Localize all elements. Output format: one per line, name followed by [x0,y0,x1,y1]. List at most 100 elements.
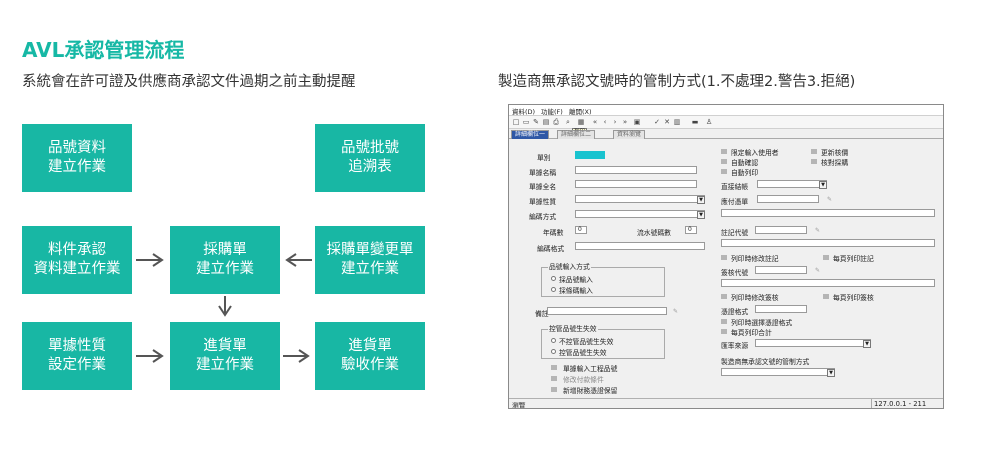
search-icon[interactable]: ⌕ [564,118,572,126]
menu-data[interactable]: 資料(D) [512,106,535,116]
chk2-label: 修改付款條件 [563,376,604,384]
chk3-box[interactable] [551,387,557,392]
input-opt1-label: 採品號輸入 [559,276,593,284]
rate-source-select[interactable] [755,339,871,347]
sign-desc-field[interactable] [721,279,935,287]
chk2-box[interactable] [551,376,557,381]
c5-box[interactable] [721,169,727,174]
c3-box[interactable] [721,159,727,164]
tab-detail-1[interactable]: 詳細欄位一 [511,130,550,139]
edit-icon[interactable]: ✎ [815,267,820,274]
ctrl-opt2-radio[interactable] [551,349,556,354]
code-format-field[interactable] [575,242,705,250]
code-method-label: 編碼方式 [529,213,557,221]
input-opt2-radio[interactable] [551,287,556,292]
menu-function[interactable]: 功能(F) [541,106,563,116]
control-method-title: 製造商無承認文號時的管制方式(1.不處理2.警告3.拒絕) [498,74,856,90]
cancel-icon[interactable]: ✕ [663,118,671,126]
first-record-icon[interactable]: « [591,118,599,126]
code-method-select[interactable] [575,210,705,218]
year-code-label: 年碼數 [543,229,564,237]
erp-form-screenshot: 資料(D) 功能(F) 離開(X) □ ▭ ✎ ▤ ⎙ ⌕ ▦ « ‹ › » … [508,104,944,409]
c7-box[interactable] [823,255,829,260]
serial-code-field[interactable]: 0 [685,226,697,234]
chevron-down-icon[interactable]: ▼ [827,369,835,377]
serial-code-label: 流水號碼數 [637,229,671,237]
new-icon[interactable]: □ [512,118,520,126]
doc-nature-label: 單據性質 [529,198,557,206]
edit-icon[interactable]: ✎ [532,118,540,126]
remark-field[interactable] [547,307,667,315]
doc-type-field[interactable] [575,151,605,159]
c5-label: 自動列印 [731,169,759,177]
c2-box[interactable] [811,149,817,154]
edit-icon[interactable]: ✎ [827,196,832,203]
c6-box[interactable] [721,255,727,260]
browse-icon[interactable]: ▣ [633,118,641,126]
c10-box[interactable] [721,319,727,324]
menu-exit[interactable]: 離開(X) [569,106,592,116]
c4-label: 核對採購 [821,159,849,167]
report-format-field[interactable] [755,305,807,313]
doc-name-field[interactable] [575,166,697,174]
chk3-label: 新增財務憑證保留 [563,387,618,395]
ctrl-group-label: 控管品號生失效 [548,325,598,333]
chk1-box[interactable] [551,365,557,370]
attach-field[interactable] [757,195,819,203]
c7-label: 每頁列印註記 [833,255,874,263]
c4-box[interactable] [811,159,817,164]
attach-label: 應付憑單 [721,198,749,206]
note-desc-field[interactable] [721,239,935,247]
edit-icon[interactable]: ✎ [815,227,820,234]
c9-label: 每頁列印簽核 [833,294,874,302]
edit-icon[interactable]: ✎ [673,308,678,315]
c8-box[interactable] [721,294,727,299]
tab-detail-2[interactable]: 詳細欄位二 [557,130,596,139]
status-server: 127.0.0.1 - 211 [874,400,927,408]
note-code-field[interactable] [755,226,807,234]
chevron-down-icon[interactable]: ▼ [697,196,705,204]
note-code-label: 註記代號 [721,229,749,237]
copy-icon[interactable]: ▦ [577,118,585,126]
ctrl-opt2-label: 控管品號生失效 [559,349,607,357]
direct-select[interactable] [757,180,827,188]
settings-icon[interactable]: ▬ [691,118,699,126]
doc-nature-select[interactable] [575,195,705,203]
input-opt1-radio[interactable] [551,276,556,281]
next-record-icon[interactable]: › [611,118,619,126]
user-icon[interactable]: ♙ [705,118,713,126]
tab-browse[interactable]: 資料瀏覽 [613,130,646,139]
table-icon[interactable]: ▥ [673,118,681,126]
c10-label: 列印時選擇憑證格式 [731,319,793,327]
delete-icon[interactable]: ▤ [542,118,550,126]
report-format-label: 憑證格式 [721,308,749,316]
input-method-group-label: 品號輸入方式 [548,263,591,271]
mfr-ctrl-select[interactable] [721,368,835,376]
sign-code-field[interactable] [755,266,807,274]
confirm-icon[interactable]: ✓ [653,118,661,126]
doc-full-field[interactable] [575,180,697,188]
status-divider [871,399,872,408]
c9-box[interactable] [823,294,829,299]
chevron-down-icon[interactable]: ▼ [863,340,871,348]
open-icon[interactable]: ▭ [522,118,530,126]
c11-label: 每頁列印合計 [731,329,772,337]
year-code-field[interactable]: 0 [575,226,587,234]
chk1-label: 單據輸入工程品號 [563,365,618,373]
chevron-down-icon[interactable]: ▼ [819,181,827,189]
c11-box[interactable] [721,329,727,334]
attach-desc-field[interactable] [721,209,935,217]
flow-arrows [136,253,312,363]
sign-code-label: 簽核代號 [721,269,749,277]
prev-record-icon[interactable]: ‹ [601,118,609,126]
ctrl-opt1-radio[interactable] [551,338,556,343]
chevron-down-icon[interactable]: ▼ [697,211,705,219]
menu-bar: 資料(D) 功能(F) 離開(X) [509,105,943,116]
c1-box[interactable] [721,149,727,154]
status-mode: 瀏覽 [512,402,526,409]
c2-label: 更新核價 [821,149,849,157]
print-icon[interactable]: ⎙ [552,118,560,126]
status-bar: 瀏覽 127.0.0.1 - 211 [509,398,943,408]
c8-label: 列印時修改簽核 [731,294,779,302]
last-record-icon[interactable]: » [621,118,629,126]
